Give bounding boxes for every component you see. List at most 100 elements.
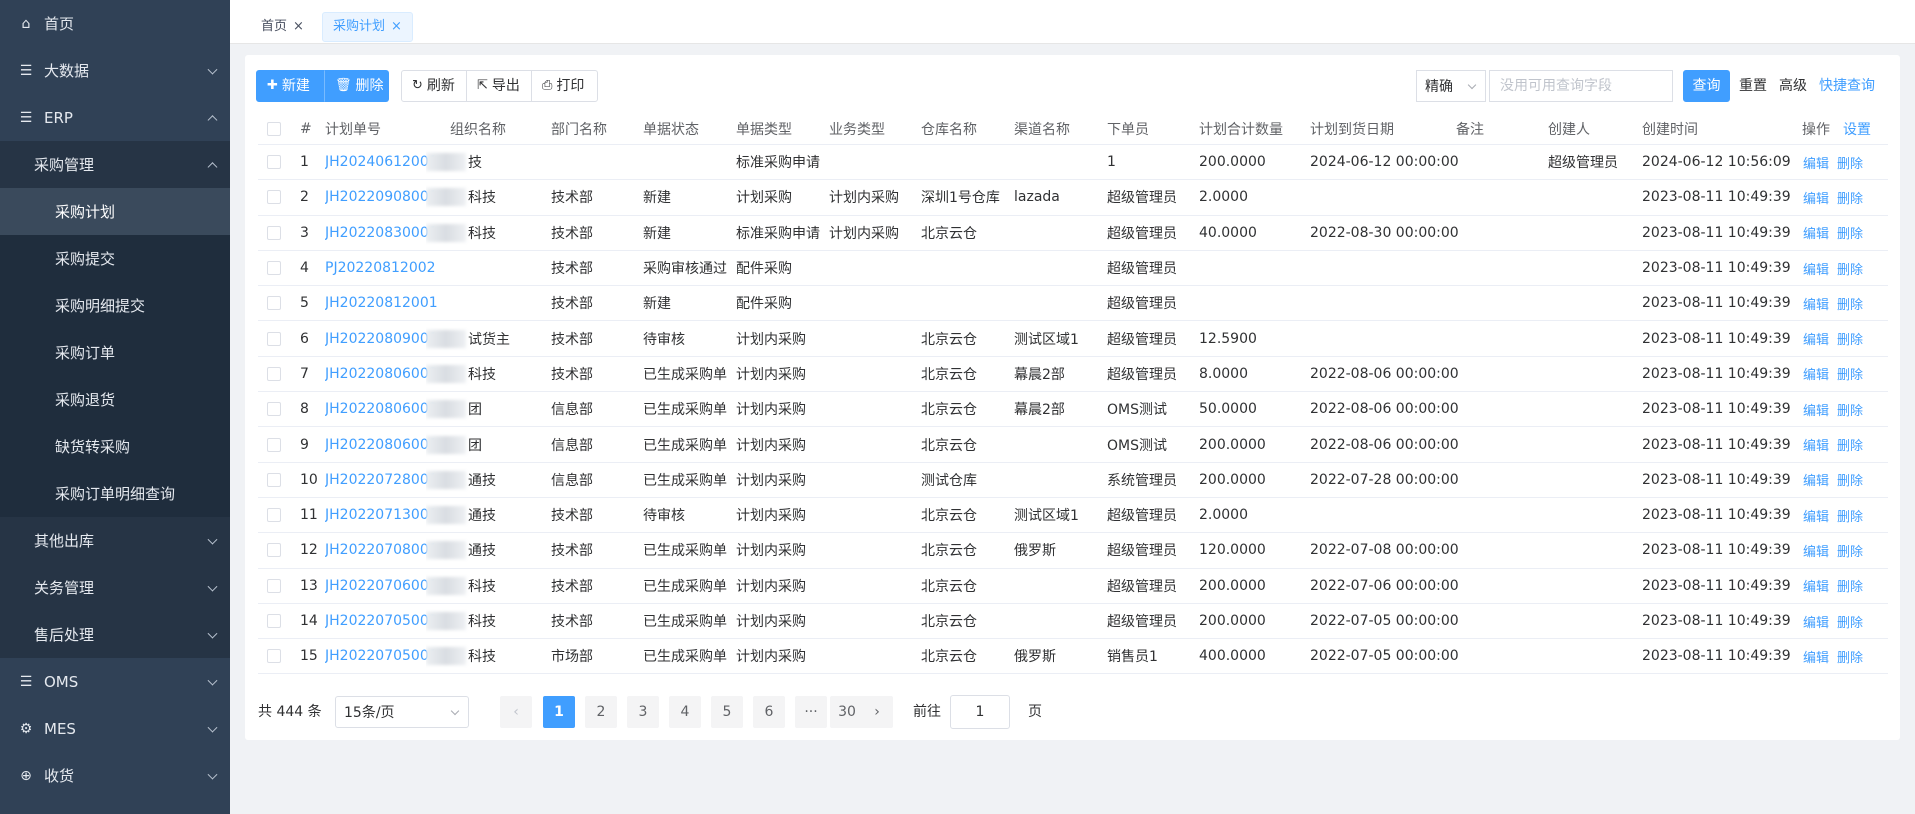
header-status[interactable]: 单据状态 <box>643 113 699 144</box>
delete-link[interactable]: 删除 <box>1837 470 1863 489</box>
delete-link[interactable]: 删除 <box>1837 259 1863 278</box>
edit-link[interactable]: 编辑 <box>1803 647 1829 666</box>
table-row[interactable]: 11 JH20220713001 通技 技术部 待审核 计划内采购 北京云仓 测试区域1 超级管… <box>258 498 1888 534</box>
tab-home[interactable]: 首页 × <box>250 12 315 42</box>
page-button[interactable]: 1 <box>543 696 575 728</box>
header-orderer[interactable]: 下单员 <box>1107 113 1149 144</box>
search-input[interactable] <box>1489 70 1673 102</box>
edit-link[interactable]: 编辑 <box>1803 435 1829 454</box>
delete-link[interactable]: 删除 <box>1837 541 1863 560</box>
table-row[interactable]: 4 PJ20220812002 技术部 采购审核通过 配件采购 超级管理员 2023-08-… <box>258 251 1888 287</box>
sidebar-item[interactable]: ☰ 大数据 <box>0 47 230 94</box>
sidebar-item[interactable]: 缺货转采购 <box>0 423 230 470</box>
cell-plan-no[interactable]: JH20220830001 <box>325 216 438 250</box>
table-row[interactable]: 5 JH20220812001 技术部 新建 配件采购 超级管理员 2023-08-11 1… <box>258 286 1888 322</box>
cell-plan-no[interactable]: JH20220705002 <box>325 604 438 638</box>
header-remark[interactable]: 备注 <box>1456 113 1484 144</box>
select-all-checkbox[interactable] <box>267 113 281 144</box>
table-row[interactable]: 3 JH20220830001 科技 技术部 新建 标准采购申请 计划内采购 北京云仓 超级管理… <box>258 216 1888 251</box>
header-plan-no[interactable]: 计划单号 <box>325 113 381 144</box>
cell-plan-no[interactable]: JH20220706001 <box>325 569 438 603</box>
edit-link[interactable]: 编辑 <box>1803 541 1829 560</box>
refresh-button[interactable]: ↻ 刷新 <box>401 70 467 102</box>
cell-plan-no[interactable]: JH20220728001 <box>325 463 438 497</box>
header-warehouse[interactable]: 仓库名称 <box>921 113 977 144</box>
header-created[interactable]: 创建时间 <box>1642 113 1698 144</box>
edit-link[interactable]: 编辑 <box>1803 329 1829 348</box>
cell-plan-no[interactable]: JH20220908001 <box>325 180 438 214</box>
row-checkbox[interactable] <box>267 392 281 426</box>
sidebar-item[interactable]: 采购管理 <box>0 141 230 188</box>
sidebar-item[interactable]: 采购提交 <box>0 235 230 282</box>
cell-plan-no[interactable]: JH20220806001 <box>325 427 438 461</box>
row-checkbox[interactable] <box>267 321 281 355</box>
table-row[interactable]: 8 JH20220806002 团 信息部 已生成采购单 计划内采购 北京云仓 幕晨2部 OMS… <box>258 392 1888 428</box>
table-row[interactable]: 9 JH20220806001 团 信息部 已生成采购单 计划内采购 北京云仓 OMS测试 20… <box>258 427 1888 463</box>
sidebar-item[interactable]: ⌂ 首页 <box>0 0 230 47</box>
edit-link[interactable]: 编辑 <box>1803 259 1829 278</box>
sidebar-item[interactable]: 采购明细提交 <box>0 282 230 329</box>
goto-page-input[interactable] <box>950 695 1010 729</box>
page-button[interactable]: 5 <box>711 696 743 728</box>
row-checkbox[interactable] <box>267 427 281 461</box>
header-dept[interactable]: 部门名称 <box>551 113 607 144</box>
delete-link[interactable]: 删除 <box>1837 188 1863 207</box>
close-icon[interactable]: × <box>293 19 304 34</box>
sidebar-item[interactable]: 采购订单明细查询 <box>0 470 230 517</box>
sidebar-item[interactable]: ☰ ERP <box>0 94 230 141</box>
prev-page-button[interactable]: ‹ <box>500 696 532 728</box>
export-button[interactable]: ⇱ 导出 <box>466 70 532 102</box>
page-button[interactable]: 6 <box>753 696 785 728</box>
edit-link[interactable]: 编辑 <box>1803 188 1829 207</box>
cell-plan-no[interactable]: JH20220705001 <box>325 639 438 673</box>
edit-link[interactable]: 编辑 <box>1803 506 1829 525</box>
row-checkbox[interactable] <box>267 639 281 673</box>
header-biz-type[interactable]: 业务类型 <box>829 113 885 144</box>
cell-plan-no[interactable]: JH20220713001 <box>325 498 438 532</box>
table-row[interactable]: 12 JH20220708001 通技 技术部 已生成采购单 计划内采购 北京云仓 俄罗斯 超级… <box>258 533 1888 569</box>
close-icon[interactable]: × <box>391 19 402 34</box>
row-checkbox[interactable] <box>267 216 281 250</box>
table-row[interactable]: 7 JH20220806003 科技 技术部 已生成采购单 计划内采购 北京云仓 幕晨2部 超级… <box>258 357 1888 393</box>
delete-link[interactable]: 删除 <box>1837 647 1863 666</box>
cell-plan-no[interactable]: JH20220806002 <box>325 392 438 426</box>
row-checkbox[interactable] <box>267 533 281 567</box>
table-row[interactable]: 2 JH20220908001 科技 技术部 新建 计划采购 计划内采购 深圳1号仓库 laza… <box>258 180 1888 216</box>
sidebar-item[interactable]: 采购退货 <box>0 376 230 423</box>
edit-link[interactable]: 编辑 <box>1803 294 1829 313</box>
sidebar-item[interactable]: 售后处理 <box>0 611 230 658</box>
page-size-select[interactable]: 15条/页 <box>335 696 469 728</box>
table-row[interactable]: 1 JH20240612001 技 标准采购申请 1 200.0000 2024-06-12… <box>258 145 1888 181</box>
header-org[interactable]: 组织名称 <box>450 113 506 144</box>
header-qty[interactable]: 计划合计数量 <box>1199 113 1283 144</box>
edit-link[interactable]: 编辑 <box>1803 612 1829 631</box>
match-mode-select[interactable]: 精确 <box>1416 70 1486 102</box>
more-pages-button[interactable]: ··· <box>795 696 827 728</box>
row-checkbox[interactable] <box>267 145 281 179</box>
table-row[interactable]: 14 JH20220705002 科技 技术部 已生成采购单 计划内采购 北京云仓 超级管理员… <box>258 604 1888 640</box>
table-row[interactable]: 15 JH20220705001 科技 市场部 已生成采购单 计划内采购 北京云仓 俄罗斯 销售… <box>258 639 1888 675</box>
delete-link[interactable]: 删除 <box>1837 612 1863 631</box>
cell-plan-no[interactable]: JH20220809001 <box>325 321 438 355</box>
delete-button[interactable]: 🗑 删除 <box>324 70 389 102</box>
delete-link[interactable]: 删除 <box>1837 153 1863 172</box>
row-checkbox[interactable] <box>267 604 281 638</box>
new-button[interactable]: ✚ 新建 <box>256 70 324 102</box>
row-checkbox[interactable] <box>267 357 281 391</box>
header-doc-type[interactable]: 单据类型 <box>736 113 792 144</box>
row-checkbox[interactable] <box>267 498 281 532</box>
header-channel[interactable]: 渠道名称 <box>1014 113 1070 144</box>
print-button[interactable]: ⎙ 打印 <box>531 70 598 102</box>
page-button[interactable]: 3 <box>627 696 659 728</box>
page-button[interactable]: 2 <box>585 696 617 728</box>
sidebar-item[interactable]: 采购订单 <box>0 329 230 376</box>
cell-plan-no[interactable]: JH20220812001 <box>325 286 438 320</box>
page-button[interactable]: 4 <box>669 696 701 728</box>
delete-link[interactable]: 删除 <box>1837 576 1863 595</box>
reset-link[interactable]: 重置 <box>1739 70 1767 102</box>
header-arrival[interactable]: 计划到货日期 <box>1310 113 1394 144</box>
edit-link[interactable]: 编辑 <box>1803 576 1829 595</box>
header-creator[interactable]: 创建人 <box>1548 113 1590 144</box>
settings-link[interactable]: 设置 <box>1843 113 1871 144</box>
row-checkbox[interactable] <box>267 180 281 214</box>
